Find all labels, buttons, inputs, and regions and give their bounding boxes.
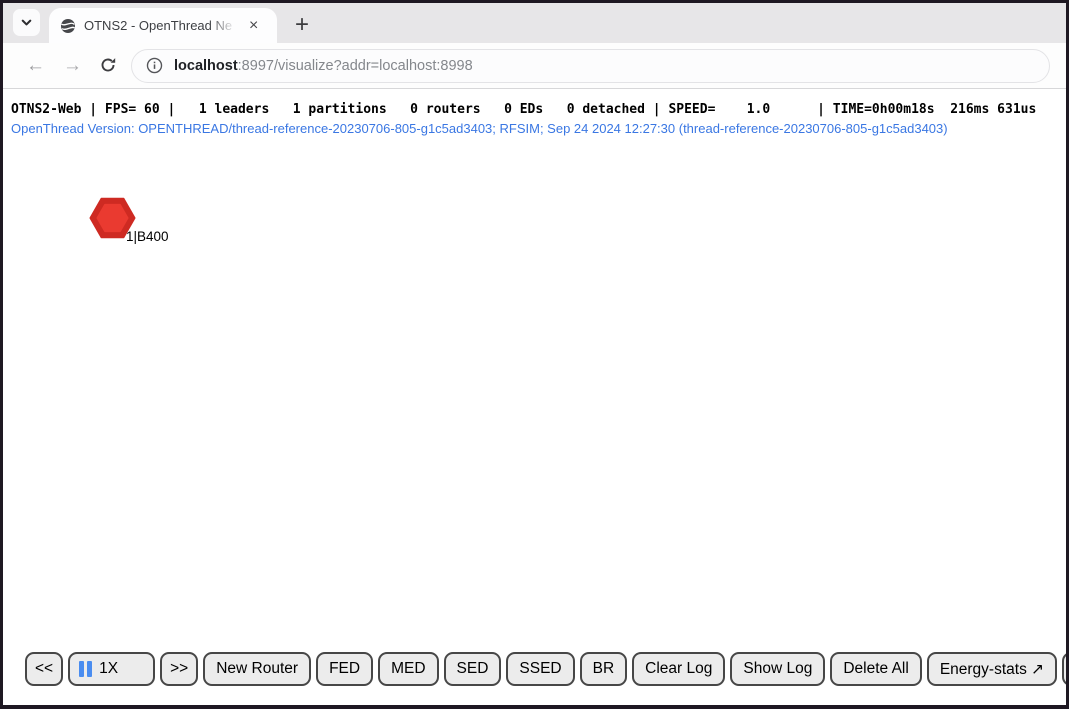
- navigation-toolbar: ← → localhost:8997/visualize?addr=localh…: [3, 43, 1066, 89]
- tab-title: OTNS2 - OpenThread Ne: [84, 18, 236, 33]
- clear-log-button[interactable]: Clear Log: [632, 652, 725, 686]
- otns-visualizer-canvas: OTNS2-Web | FPS= 60 | 1 leaders 1 partit…: [3, 89, 1066, 705]
- node-label: 1|B400: [126, 229, 169, 244]
- simulation-status-line: OTNS2-Web | FPS= 60 | 1 leaders 1 partit…: [11, 102, 1036, 117]
- new-fed-button[interactable]: FED: [316, 652, 373, 686]
- new-router-button[interactable]: New Router: [203, 652, 311, 686]
- browser-tab[interactable]: OTNS2 - OpenThread Ne ×: [49, 8, 277, 43]
- new-br-button[interactable]: BR: [580, 652, 628, 686]
- new-sed-button[interactable]: SED: [444, 652, 502, 686]
- new-ssed-button[interactable]: SSED: [506, 652, 574, 686]
- speed-down-button[interactable]: <<: [25, 652, 63, 686]
- tab-search-button[interactable]: [13, 9, 40, 36]
- forward-button[interactable]: →: [54, 50, 91, 81]
- new-tab-button[interactable]: +: [295, 15, 309, 35]
- tab-strip: OTNS2 - OpenThread Ne × +: [3, 3, 1066, 43]
- url-host: localhost: [174, 58, 238, 74]
- new-med-button[interactable]: MED: [378, 652, 438, 686]
- url-path: :8997/visualize?addr=localhost:8998: [238, 58, 473, 74]
- delete-all-button[interactable]: Delete All: [830, 652, 921, 686]
- reload-button[interactable]: [91, 51, 125, 81]
- node-inner-hex: [97, 205, 128, 232]
- openthread-version-text: OpenThread Version: OPENTHREAD/thread-re…: [11, 121, 948, 136]
- url-bar[interactable]: localhost:8997/visualize?addr=localhost:…: [131, 49, 1050, 83]
- speed-value: 1X: [99, 660, 118, 678]
- browser-window: OTNS2 - OpenThread Ne × + ← → localhost:…: [0, 0, 1069, 709]
- tab-close-icon[interactable]: ×: [246, 17, 261, 35]
- node-stats-button[interactable]: Node-stats ↗: [1062, 652, 1069, 686]
- speed-up-button[interactable]: >>: [160, 652, 198, 686]
- action-bar: << 1X >> New Router FED MED SED SSED BR …: [25, 652, 1069, 686]
- info-icon[interactable]: [146, 57, 163, 74]
- chevron-down-icon: [20, 16, 33, 29]
- pause-icon: [79, 661, 92, 677]
- url-text: localhost:8997/visualize?addr=localhost:…: [174, 58, 473, 74]
- show-log-button[interactable]: Show Log: [730, 652, 825, 686]
- energy-stats-button[interactable]: Energy-stats ↗: [927, 652, 1057, 686]
- globe-favicon-icon: [60, 18, 76, 34]
- pause-speed-button[interactable]: 1X: [68, 652, 155, 686]
- back-button[interactable]: ←: [17, 50, 54, 81]
